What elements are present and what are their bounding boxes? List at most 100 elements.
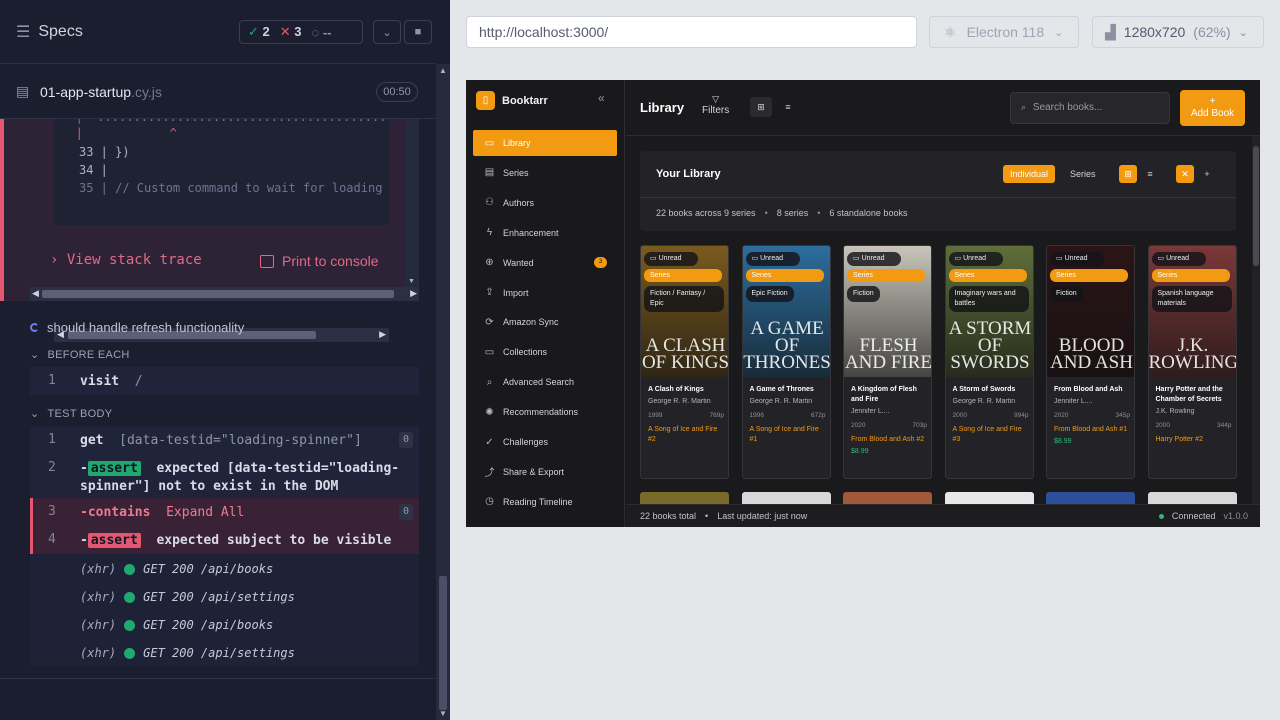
book-card[interactable]: ▭ Unread Series Imaginary wars and battles… (944, 245, 1034, 479)
command-row[interactable]: 1 get [data-testid="loading-spinner"] 0 (30, 426, 419, 454)
print-to-console-button[interactable]: Print to console (260, 253, 379, 269)
book-series[interactable]: A Song of Ice and Fire #2 (648, 425, 724, 445)
list-view-icon[interactable]: ≡ (1141, 165, 1159, 183)
before-each-header[interactable]: ⌄ BEFORE EACH (30, 348, 130, 362)
close-icon[interactable]: ✕ (1176, 165, 1194, 183)
xhr-row[interactable]: (xhr) GET 200 /api/settings (80, 590, 295, 604)
browser-name: Electron 118 (966, 24, 1045, 40)
sidebar-item-recommendations[interactable]: ✺ Recommendations (473, 399, 617, 425)
top-bar: Library ▽ Filters ⊞ ≡ ⌕ Search books... … (626, 80, 1260, 136)
sidebar-item-import[interactable]: ⇪ Import (473, 280, 617, 306)
view-stack-trace-button[interactable]: › View stack trace (50, 252, 202, 268)
specs-toggle[interactable]: ☰ Specs (16, 22, 83, 42)
sidebar-item-enhancement[interactable]: ϟ Enhancement (473, 220, 617, 246)
page-title: Library (640, 100, 685, 115)
book-card[interactable]: ▭ Unread Series Epic Fiction A GAME OF THRO… (741, 245, 831, 479)
sidebar-item-series[interactable]: ▤ Series (473, 160, 617, 186)
book-title: A Clash of Kings (648, 386, 704, 393)
brand[interactable]: ▯ Booktarr (476, 91, 548, 110)
scrollbar-thumb[interactable] (42, 290, 394, 298)
individual-mode-button[interactable]: Individual (1003, 165, 1056, 183)
book-series[interactable]: From Blood and Ash #1 (1054, 425, 1130, 435)
book-pages: 345p (1115, 412, 1130, 419)
filters-button[interactable]: ▽ Filters (702, 93, 729, 117)
app-scrollbar[interactable] (1252, 136, 1260, 504)
book-card-next-row[interactable] (1147, 492, 1237, 504)
command-number: 2 (48, 460, 56, 475)
reporter-scrollbar[interactable]: ▲ ▼ (436, 64, 450, 720)
stop-icon[interactable]: ■ (404, 20, 432, 44)
scroll-down-icon[interactable]: ▼ (408, 278, 415, 285)
sidebar-item-collections[interactable]: ▭ Collections (473, 339, 617, 365)
scroll-down-icon[interactable]: ▼ (439, 709, 447, 718)
viewport-selector[interactable]: ▟ 1280x720 (62%) ⌄ (1092, 16, 1264, 48)
xhr-row[interactable]: (xhr) GET 200 /api/books (80, 562, 273, 576)
share-icon: ⤴ (484, 468, 495, 480)
test-body-header[interactable]: ⌄ TEST BODY (30, 407, 112, 421)
command-row-failed[interactable]: 3 -contains Expand All 0 (30, 498, 419, 526)
console-icon (260, 254, 274, 268)
cover-title: A STORM OF SWORDS (948, 318, 1032, 373)
search-input[interactable]: ⌕ Search books... (1010, 92, 1170, 124)
scroll-left-icon[interactable]: ◀ (32, 288, 39, 299)
collapse-sidebar-icon[interactable]: « (598, 91, 605, 105)
spec-file-name: 01-app-startup.cy.js (40, 84, 162, 100)
sidebar-item-authors[interactable]: ⚇ Authors (473, 190, 617, 216)
sidebar-item-label: Import (503, 287, 529, 298)
assert-predicate: to be (289, 533, 329, 548)
plus-icon[interactable]: + (1198, 165, 1216, 183)
list-view-icon[interactable]: ≡ (777, 97, 799, 117)
book-card[interactable]: ▭ Unread Series Fiction / Fantasy / Epic A … (640, 245, 729, 479)
sidebar-item-amazon-sync[interactable]: ⟳ Amazon Sync (473, 309, 617, 335)
scroll-right-icon[interactable]: ▶ (379, 329, 386, 340)
book-series[interactable]: From Blood and Ash #2 (851, 435, 927, 445)
sidebar-item-reading-timeline[interactable]: ◷ Reading Timeline (473, 489, 617, 515)
book-pages: 994p (1014, 412, 1029, 419)
sidebar-item-library[interactable]: ▭ Library (473, 130, 617, 156)
spec-file-row: ▤ 01-app-startup.cy.js 00:50 (0, 64, 435, 119)
book-card[interactable]: ▭ Unread Series Fiction FLESH AND FIRE A Kin… (843, 245, 932, 479)
cover-title: A GAME OF THRONES (743, 318, 831, 373)
book-card-next-row[interactable] (741, 492, 831, 504)
status-dot-icon (124, 647, 136, 659)
command-row-failed[interactable]: 4 - assert expected subject to be visible (30, 526, 419, 554)
book-card-next-row[interactable] (843, 492, 932, 504)
command-row[interactable]: 2 - assert expected [data-testid="loading… (30, 454, 419, 498)
book-title: A Storm of Swords (952, 386, 1016, 393)
chevron-down-icon[interactable]: ⌄ (373, 20, 401, 44)
error-vertical-scrollbar[interactable]: ▼ (405, 119, 419, 287)
book-card-next-row[interactable] (944, 492, 1034, 504)
scrollbar-thumb[interactable] (439, 576, 447, 710)
scroll-up-icon[interactable]: ▲ (439, 66, 447, 75)
book-series[interactable]: A Song of Ice and Fire #1 (750, 425, 826, 445)
browser-selector[interactable]: ⚛ Electron 118 ⌄ (929, 16, 1079, 48)
library-summary-card: Your Library Individual Series ⊞ ≡ ✕ + 2… (640, 151, 1236, 231)
scrollbar-thumb[interactable] (1253, 146, 1259, 266)
command-number: 1 (48, 432, 56, 447)
series-mode-button[interactable]: Series (1063, 165, 1103, 183)
book-series[interactable]: A Song of Ice and Fire #3 (953, 425, 1029, 445)
url-bar[interactable]: http://localhost:3000/ (466, 16, 917, 48)
reading-status-badge: ▭ Unread (745, 252, 800, 266)
command-row[interactable]: 1 visit / (30, 367, 419, 395)
grid-view-icon[interactable]: ⊞ (750, 97, 772, 117)
scroll-right-icon[interactable]: ▶ (410, 288, 417, 299)
sidebar-item-challenges[interactable]: ✓ Challenges (473, 429, 617, 455)
book-card[interactable]: ▭ Unread Series Spanish language materials… (1147, 245, 1237, 479)
book-card[interactable]: ▭ Unread Series Fiction BLOOD AND ASH From B… (1046, 245, 1135, 479)
code-line: 33 | }) (79, 145, 130, 159)
sidebar-item-advanced-search[interactable]: ⌕ Advanced Search (473, 369, 617, 395)
book-card-next-row[interactable] (1046, 492, 1135, 504)
sidebar-item-wanted[interactable]: ⊕ Wanted 3 (473, 250, 617, 276)
book-series[interactable]: Harry Potter #2 (1156, 435, 1232, 445)
grid-view-icon[interactable]: ⊞ (1119, 165, 1137, 183)
xhr-row[interactable]: (xhr) GET 200 /api/settings (80, 646, 295, 660)
add-book-button[interactable]: + Add Book (1180, 90, 1245, 126)
spec-duration: 00:50 (376, 82, 418, 102)
book-meta: 1999 769p (648, 412, 724, 419)
sidebar-item-share-export[interactable]: ⤴ Share & Export (473, 459, 617, 485)
test-title-row[interactable]: should handle refresh functionality (30, 320, 244, 335)
book-card-next-row[interactable] (640, 492, 729, 504)
error-horizontal-scrollbar[interactable]: ◀ ▶ (30, 287, 419, 301)
xhr-row[interactable]: (xhr) GET 200 /api/books (80, 618, 273, 632)
